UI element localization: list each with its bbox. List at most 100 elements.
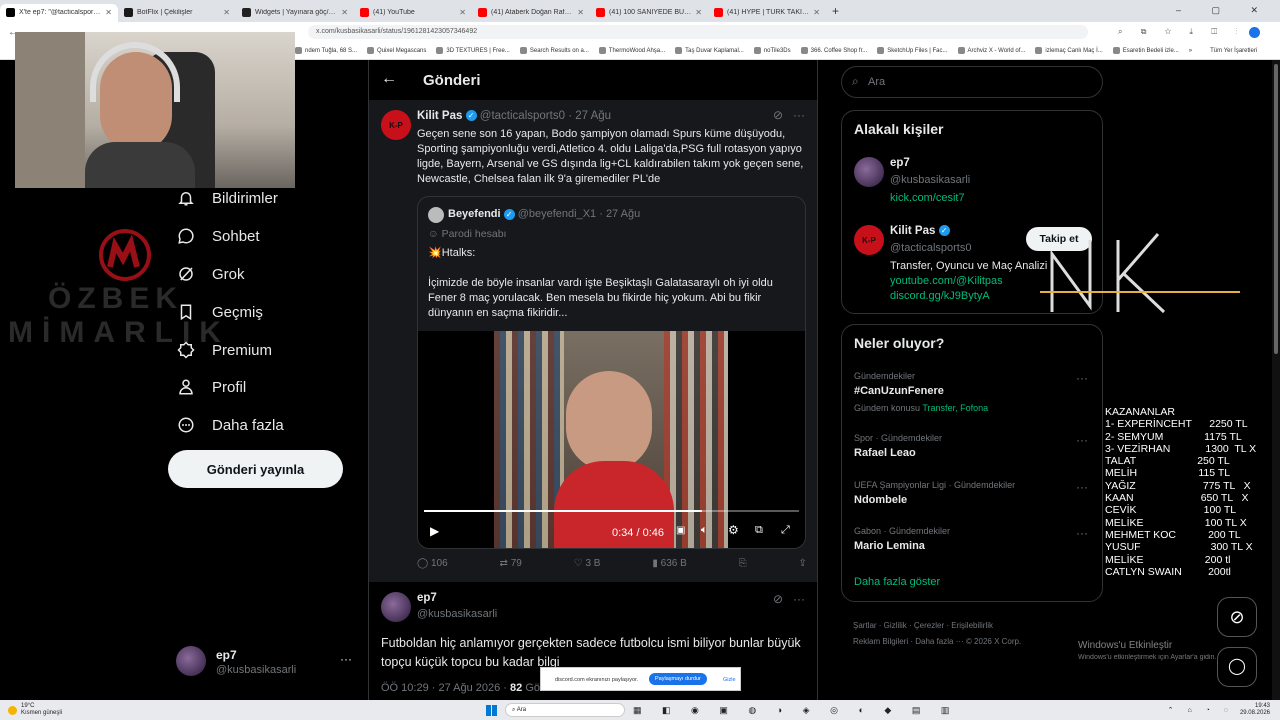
bookmark-item[interactable]: ThermoWood Ahşa... bbox=[598, 47, 665, 54]
trend-more-icon[interactable]: ··· bbox=[1076, 480, 1088, 494]
person-handle[interactable]: @kusbasikasarli bbox=[890, 174, 970, 186]
person-link-youtube[interactable]: youtube.com/@Kilitpas bbox=[890, 275, 1003, 287]
weather-temp[interactable]: 19°C bbox=[21, 703, 34, 709]
new-tab-button[interactable]: + bbox=[832, 4, 839, 18]
person-bio-link[interactable]: kick.com/cesit7 bbox=[890, 192, 965, 204]
tab-close-icon[interactable]: ✕ bbox=[577, 8, 584, 17]
bookmark-item[interactable]: Esaretin Bedeli izle... bbox=[1112, 47, 1179, 54]
grok-explain-icon[interactable]: ⊘ bbox=[773, 108, 783, 122]
main-author[interactable]: ep7 bbox=[417, 592, 437, 604]
bookmark-item[interactable]: noTile3Ds bbox=[753, 47, 791, 54]
browser-toolbar-icons[interactable]: ⌕ ⧉ ☆ ⤓ ◫ ⋮ bbox=[1118, 27, 1245, 37]
tab-close-icon[interactable]: ✕ bbox=[459, 8, 466, 17]
trend-item[interactable]: Spor · Gündemdekiler Rafael Leao ··· bbox=[842, 431, 1102, 467]
nav-premium[interactable]: Premium bbox=[176, 340, 272, 360]
author-name[interactable]: Kilit Pas bbox=[417, 110, 462, 122]
bookmark-item[interactable]: 3D TEXTURES | Free... bbox=[436, 47, 510, 54]
person-name[interactable]: Kilit Pas bbox=[890, 225, 935, 237]
footer-link[interactable]: Çerezler bbox=[914, 621, 944, 630]
nav-notifications[interactable]: Bildirimler bbox=[176, 188, 278, 208]
trend-more-icon[interactable]: ··· bbox=[1076, 371, 1088, 385]
window-controls[interactable]: ‒ ▢ ✕ bbox=[1176, 5, 1272, 16]
avatar-kilitpas[interactable]: K-P bbox=[854, 225, 884, 255]
start-button[interactable] bbox=[486, 704, 498, 716]
video-progress-track[interactable] bbox=[424, 510, 799, 512]
stop-sharing-button[interactable]: Paylaşmayı durdur bbox=[649, 673, 707, 685]
bookmark-item[interactable]: izlemaç Canlı Maç İ... bbox=[1035, 47, 1103, 54]
quoted-tweet[interactable]: Beyefendi ✓ @beyefendi_X1 · 27 Ağu ☺ Par… bbox=[417, 196, 806, 549]
trend-extra[interactable]: Transfer, Fofona bbox=[922, 403, 988, 413]
taskbar-apps[interactable]: ▦ ◧ ◉ ▣ ◍ ◑ ◈ ◎ ◐ ◆ ▤ ▥ bbox=[633, 705, 958, 716]
pip-icon[interactable]: ⧉ bbox=[755, 524, 763, 537]
nav-grok[interactable]: Grok bbox=[176, 264, 245, 284]
post-more-icon[interactable]: ··· bbox=[793, 592, 805, 606]
bookmark-button[interactable]: ⎘ bbox=[739, 558, 747, 569]
page-scrollbar[interactable] bbox=[1272, 60, 1280, 700]
person-link-discord[interactable]: discord.gg/kJ9BytyA bbox=[890, 290, 990, 302]
video-player[interactable]: ▶ 0:34 / 0:46 ▣ 🔈︎ ⚙ ⧉ ⤢ bbox=[418, 331, 805, 548]
bookmark-item[interactable]: ndem Tuğla, 68 S... bbox=[295, 47, 357, 54]
browser-tab[interactable]: (41) YouTube ✕ bbox=[354, 4, 472, 22]
nav-profile[interactable]: Profil bbox=[176, 377, 246, 397]
play-icon[interactable]: ▶ bbox=[430, 524, 439, 538]
like-button[interactable]: ♡ 3 B bbox=[574, 558, 601, 569]
parent-post[interactable]: K-P Kilit Pas ✓ @tacticalsports0 · 27 Ağ… bbox=[369, 100, 817, 582]
trend-item[interactable]: Gabon · Gündemdekiler Mario Lemina ··· bbox=[842, 524, 1102, 560]
tab-close-icon[interactable]: ✕ bbox=[341, 8, 348, 17]
post-time[interactable]: · 27 Ağu bbox=[568, 110, 611, 122]
bookmark-item[interactable]: Search Results on a... bbox=[519, 47, 589, 54]
browser-tab[interactable]: BotFlix | Çekilişler ✕ bbox=[118, 4, 236, 22]
share-button[interactable]: ⇪ bbox=[799, 558, 807, 569]
footer-link[interactable]: Şartlar bbox=[853, 621, 877, 630]
trend-item[interactable]: Gündemdekiler #CanUzunFenere Gündem konu… bbox=[842, 369, 1102, 419]
show-more-link[interactable]: Daha fazla göster bbox=[854, 576, 940, 588]
nav-chat[interactable]: Sohbet bbox=[176, 226, 260, 246]
footer-link[interactable]: Erişilebilirlik bbox=[951, 621, 993, 630]
bookmark-item[interactable]: Archviz X - World of... bbox=[957, 47, 1025, 54]
tab-close-icon[interactable]: ✕ bbox=[105, 8, 112, 17]
hide-button[interactable]: Gizle bbox=[723, 677, 736, 683]
bookmark-item[interactable]: SketchUp Files | Fac... bbox=[877, 47, 948, 54]
browser-tab[interactable]: (41) Ataberk Doğan Rafael Leao✕ bbox=[472, 4, 590, 22]
tab-close-icon[interactable]: ✕ bbox=[695, 8, 702, 17]
browser-tab[interactable]: (41) HYPE | TÜRK TAKIMLARININ✕ bbox=[708, 4, 826, 22]
messages-float-button[interactable]: ◯ bbox=[1217, 647, 1257, 687]
main-handle[interactable]: @kusbasikasarli bbox=[417, 608, 497, 620]
bookmark-item[interactable]: 366. Coffee Shop fr... bbox=[800, 47, 867, 54]
clock-time[interactable]: 19:43 bbox=[1255, 703, 1270, 709]
views-button[interactable]: ▮ 636 B bbox=[652, 558, 686, 569]
person-handle[interactable]: @tacticalsports0 bbox=[890, 242, 971, 254]
volume-icon[interactable]: 🔈︎ bbox=[701, 524, 708, 537]
account-switcher[interactable]: ep7 @kusbasikasarli ··· bbox=[176, 646, 356, 680]
post-more-icon[interactable]: ··· bbox=[793, 108, 805, 122]
back-icon[interactable]: ← bbox=[381, 70, 397, 88]
fullscreen-icon[interactable]: ⤢ bbox=[781, 524, 790, 537]
browser-tab[interactable]: (41) 100 SANİYEDE BU KİM? - 5 ✕ bbox=[590, 4, 708, 22]
avatar-ep7[interactable] bbox=[381, 592, 411, 622]
bookmarks-overflow-icon[interactable]: » bbox=[1189, 48, 1192, 54]
footer-link[interactable]: Daha fazla ··· bbox=[915, 637, 963, 646]
trend-more-icon[interactable]: ··· bbox=[1076, 526, 1088, 540]
avatar[interactable] bbox=[854, 157, 884, 187]
tab-close-icon[interactable]: ✕ bbox=[813, 8, 820, 17]
reply-button[interactable]: ◯ 106 bbox=[417, 558, 448, 569]
search-box[interactable]: ⌕ Ara bbox=[841, 66, 1103, 98]
settings-icon[interactable]: ⚙ bbox=[728, 523, 739, 537]
person-name[interactable]: ep7 bbox=[890, 157, 910, 169]
bookmark-item[interactable]: Taş Duvar Kaplamal... bbox=[675, 47, 744, 54]
captions-icon[interactable]: ▣ bbox=[676, 525, 685, 536]
url-field[interactable]: x.com/kusbasikasarli/status/196128142305… bbox=[308, 25, 1088, 39]
browser-tab[interactable]: Widgets | Yayınara göç/endirmeler ✕ bbox=[236, 4, 354, 22]
profile-avatar-icon[interactable] bbox=[1249, 26, 1261, 38]
account-more-icon[interactable]: ··· bbox=[340, 652, 352, 666]
author-handle[interactable]: @tacticalsports0 bbox=[480, 110, 565, 122]
all-bookmarks-folder[interactable]: Tüm Yer İşaretleri bbox=[1210, 48, 1257, 54]
nav-history[interactable]: Geçmiş bbox=[176, 302, 263, 322]
repost-button[interactable]: ⇄ 79 bbox=[500, 558, 522, 569]
tab-close-icon[interactable]: ✕ bbox=[223, 8, 230, 17]
grok-float-button[interactable]: ⊘ bbox=[1217, 597, 1257, 637]
tray-icons[interactable]: ⌃ ⌂ ◔ ◌ bbox=[1168, 706, 1234, 714]
search-input[interactable]: Ara bbox=[868, 76, 885, 88]
trend-item[interactable]: UEFA Şampiyonlar Ligi · Gündemdekiler Nd… bbox=[842, 478, 1102, 514]
footer-link[interactable]: Reklam Bilgileri bbox=[853, 637, 908, 646]
